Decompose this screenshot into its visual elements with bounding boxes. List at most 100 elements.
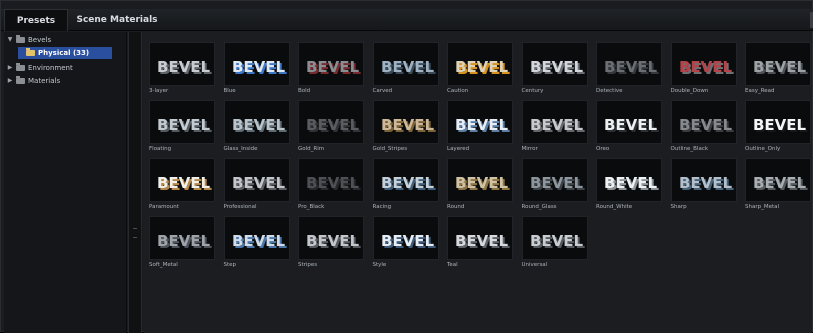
thumbnail-face: BEVEL [455, 232, 509, 250]
preset-thumbnail[interactable]: BEVEL BEVEL [745, 42, 811, 86]
preset-thumbnail[interactable]: BEVEL BEVEL [149, 158, 215, 202]
panel-splitter[interactable] [128, 32, 142, 333]
preset-thumbnail[interactable]: BEVEL BEVEL [447, 100, 513, 144]
preset-item[interactable]: BEVEL BEVEL Easy_Read [745, 42, 811, 102]
preset-thumbnail[interactable]: BEVEL BEVEL [521, 158, 588, 202]
tab-presets[interactable]: Presets [4, 9, 68, 31]
preset-item[interactable]: BEVEL BEVEL Century [521, 42, 588, 102]
thumbnail-face: BEVEL [157, 58, 211, 76]
preset-item[interactable]: BEVEL BEVEL Teal [447, 216, 513, 276]
thumbnail-face: BEVEL [679, 116, 733, 134]
preset-thumbnail[interactable]: BEVEL BEVEL [521, 42, 588, 86]
preset-item[interactable]: BEVEL BEVEL Caution [447, 42, 513, 102]
preset-item[interactable]: BEVEL BEVEL Round [447, 158, 513, 218]
preset-thumbnail[interactable]: BEVEL BEVEL [223, 100, 290, 144]
preset-item[interactable]: BEVEL BEVEL Professional [223, 158, 290, 218]
preset-item[interactable]: BEVEL BEVEL Sharp [670, 158, 737, 218]
tab-scene-materials[interactable]: Scene Materials [71, 9, 163, 31]
preset-item[interactable]: BEVEL BEVEL Universal [521, 216, 588, 276]
thumbnail-face: BEVEL [530, 58, 584, 76]
preset-thumbnail[interactable]: BEVEL BEVEL [372, 42, 439, 86]
preset-thumbnail[interactable]: BEVEL BEVEL [372, 100, 439, 144]
preset-item[interactable]: BEVEL BEVEL Bold [298, 42, 364, 102]
preset-label: Step [223, 262, 237, 268]
folder-icon [16, 76, 25, 84]
preset-item[interactable]: BEVEL BEVEL Outline_Only [745, 100, 811, 160]
preset-thumbnail[interactable]: BEVEL BEVEL [298, 42, 364, 86]
preset-item[interactable]: BEVEL BEVEL Sharp_Metal [745, 158, 811, 218]
preset-thumbnail[interactable]: BEVEL BEVEL [149, 42, 215, 86]
preset-thumbnail[interactable]: BEVEL BEVEL [596, 42, 662, 86]
splitter-grip-icon[interactable] [133, 228, 137, 238]
preset-item[interactable]: BEVEL BEVEL Paramount [149, 158, 215, 218]
tree-item-bevels[interactable]: ▼ Bevels [4, 34, 127, 46]
preset-thumbnail[interactable]: BEVEL BEVEL [372, 216, 439, 260]
thumbnail-face: BEVEL [679, 58, 733, 76]
triangle-right-icon[interactable]: ▶ [6, 75, 14, 87]
preset-thumbnail[interactable]: BEVEL BEVEL [223, 216, 290, 260]
presets-panel: Presets Scene Materials ▼ Bevels Physica… [0, 0, 813, 333]
preset-thumbnail[interactable]: BEVEL BEVEL [745, 158, 811, 202]
preset-item[interactable]: BEVEL BEVEL Layered [447, 100, 513, 160]
preset-thumbnail[interactable]: BEVEL BEVEL [670, 42, 737, 86]
thumbnail-face: BEVEL [753, 116, 807, 134]
preset-item[interactable]: BEVEL BEVEL Mirror [521, 100, 588, 160]
preset-label: Easy_Read [745, 88, 775, 94]
preset-thumbnail[interactable]: BEVEL BEVEL [521, 216, 588, 260]
preset-thumbnail[interactable]: BEVEL BEVEL [372, 158, 439, 202]
preset-item[interactable]: BEVEL BEVEL Carved [372, 42, 439, 102]
triangle-right-icon[interactable]: ▶ [6, 62, 14, 74]
preset-item[interactable]: BEVEL BEVEL Step [223, 216, 290, 276]
tree-item-environment[interactable]: ▶ Environment [4, 62, 127, 74]
preset-item[interactable]: BEVEL BEVEL Detective [596, 42, 662, 102]
preset-item[interactable]: BEVEL BEVEL Glass_Inside [223, 100, 290, 160]
tree-item-physical[interactable]: Physical (33) [18, 47, 112, 59]
preset-thumbnail[interactable]: BEVEL BEVEL [670, 100, 737, 144]
triangle-down-icon[interactable]: ▼ [6, 34, 14, 46]
tree-item-label: Materials [28, 77, 61, 85]
preset-thumbnail[interactable]: BEVEL BEVEL [298, 100, 364, 144]
preset-item[interactable]: BEVEL BEVEL Round_White [596, 158, 662, 218]
preset-thumbnail[interactable]: BEVEL BEVEL [670, 158, 737, 202]
preset-item[interactable]: BEVEL BEVEL Round_Glass [521, 158, 588, 218]
preset-item[interactable]: BEVEL BEVEL Gold_Stripes [372, 100, 439, 160]
preset-thumbnail[interactable]: BEVEL BEVEL [596, 158, 662, 202]
preset-thumbnail[interactable]: BEVEL BEVEL [223, 158, 290, 202]
preset-item[interactable]: BEVEL BEVEL Racing [372, 158, 439, 218]
preset-item[interactable]: BEVEL BEVEL Style [372, 216, 439, 276]
thumbnail-face: BEVEL [157, 232, 211, 250]
preset-item[interactable]: BEVEL BEVEL 3-layer [149, 42, 215, 102]
preset-thumbnail[interactable]: BEVEL BEVEL [223, 42, 290, 86]
preset-item[interactable]: BEVEL BEVEL Stripes [298, 216, 364, 276]
folder-icon [16, 35, 25, 43]
preset-thumbnail[interactable]: BEVEL BEVEL [447, 42, 513, 86]
preset-thumbnail[interactable]: BEVEL BEVEL [521, 100, 588, 144]
preset-label: Outline_Black [670, 146, 709, 152]
preset-label: Outline_Only [745, 146, 781, 152]
preset-thumbnail[interactable]: BEVEL BEVEL [745, 100, 811, 144]
preset-label: Pro_Black [298, 204, 325, 210]
preset-item[interactable]: BEVEL BEVEL Outline_Black [670, 100, 737, 160]
tree-item-materials[interactable]: ▶ Materials [4, 75, 127, 87]
preset-thumbnail[interactable]: BEVEL BEVEL [298, 158, 364, 202]
preset-thumbnail[interactable]: BEVEL BEVEL [149, 216, 215, 260]
preset-item[interactable]: BEVEL BEVEL Pro_Black [298, 158, 364, 218]
preset-item[interactable]: BEVEL BEVEL Blue [223, 42, 290, 102]
preset-item[interactable]: BEVEL BEVEL Floating [149, 100, 215, 160]
thumbnail-face: BEVEL [604, 58, 658, 76]
preset-thumbnail[interactable]: BEVEL BEVEL [298, 216, 364, 260]
preset-label: Caution [447, 88, 469, 94]
preset-item[interactable]: BEVEL BEVEL Oreo [596, 100, 662, 160]
preset-thumbnail[interactable]: BEVEL BEVEL [149, 100, 215, 144]
preset-item[interactable]: BEVEL BEVEL Soft_Metal [149, 216, 215, 276]
preset-label: Gold_Rim [298, 146, 325, 152]
preset-item[interactable]: BEVEL BEVEL Gold_Rim [298, 100, 364, 160]
preset-thumbnail[interactable]: BEVEL BEVEL [447, 216, 513, 260]
thumbnail-face: BEVEL [232, 116, 286, 134]
thumbnail-face: BEVEL [232, 232, 286, 250]
preset-thumbnail[interactable]: BEVEL BEVEL [596, 100, 662, 144]
preset-item[interactable]: BEVEL BEVEL Double_Down [670, 42, 737, 102]
preset-label: Stripes [298, 262, 318, 268]
preset-label: Bold [298, 88, 311, 94]
preset-thumbnail[interactable]: BEVEL BEVEL [447, 158, 513, 202]
